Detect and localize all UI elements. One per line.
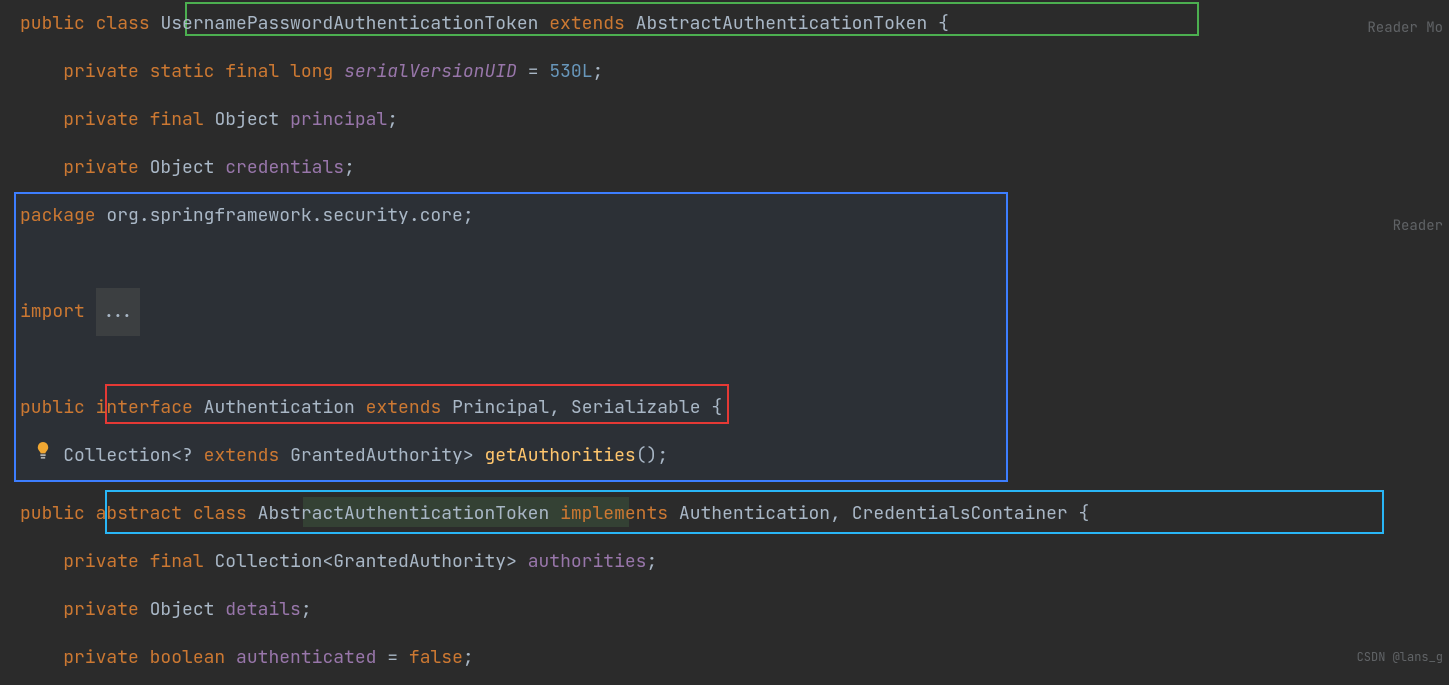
- keyword-private: private: [63, 156, 139, 179]
- semicolon: ;: [647, 550, 658, 573]
- code-line[interactable]: private final Object principal;: [20, 96, 398, 144]
- wildcard: ?: [182, 444, 193, 467]
- watermark: CSDN @lans_g: [1357, 633, 1443, 681]
- gt: >: [506, 550, 517, 573]
- code-line[interactable]: import ...: [20, 288, 140, 336]
- keyword-private: private: [63, 60, 139, 83]
- code-line[interactable]: private final Collection<GrantedAuthorit…: [20, 538, 657, 586]
- semicolon: ;: [657, 444, 668, 467]
- interface-name: Authentication: [679, 502, 830, 525]
- folded-imports[interactable]: ...: [96, 288, 140, 336]
- keyword-long: long: [290, 60, 333, 83]
- semicolon: ;: [463, 646, 474, 669]
- code-line[interactable]: private boolean authenticated = false;: [20, 634, 474, 682]
- semicolon: ;: [387, 108, 398, 131]
- superclass-name: AbstractAuthenticationToken: [636, 12, 928, 35]
- keyword-final: final: [150, 550, 204, 573]
- field-name: authorities: [528, 550, 647, 573]
- reader-mode-label-1: Reader Mo: [1367, 4, 1443, 52]
- keyword-public: public: [20, 502, 85, 525]
- rparen: ): [647, 444, 658, 467]
- field-name: principal: [290, 108, 387, 131]
- keyword-interface: interface: [96, 396, 193, 419]
- type-name: GrantedAuthority: [290, 444, 463, 467]
- comma: ,: [830, 502, 841, 525]
- keyword-class: class: [96, 12, 150, 35]
- code-line[interactable]: public interface Authentication extends …: [20, 384, 722, 432]
- code-line[interactable]: private Object details;: [20, 586, 312, 634]
- keyword-public: public: [20, 396, 85, 419]
- keyword-extends: extends: [204, 444, 280, 467]
- field-name: serialVersionUID: [344, 60, 517, 83]
- code-line[interactable]: package org.springframework.security.cor…: [20, 192, 474, 240]
- intention-bulb-icon[interactable]: [36, 442, 50, 460]
- type-name: GrantedAuthority: [333, 550, 506, 573]
- type-name: Collection: [214, 550, 322, 573]
- keyword-implements: implements: [560, 502, 668, 525]
- super-interface: Principal: [452, 396, 549, 419]
- lt: <: [322, 550, 333, 573]
- interface-name: Authentication: [204, 396, 355, 419]
- type-name: Object: [150, 156, 215, 179]
- class-name: UsernamePasswordAuthenticationToken: [160, 12, 538, 35]
- keyword-private: private: [63, 108, 139, 131]
- keyword-extends: extends: [549, 12, 625, 35]
- keyword-boolean: boolean: [150, 646, 226, 669]
- code-line[interactable]: public abstract class AbstractAuthentica…: [20, 490, 1089, 538]
- keyword-abstract: abstract: [96, 502, 182, 525]
- keyword-private: private: [63, 598, 139, 621]
- code-line[interactable]: public class UsernamePasswordAuthenticat…: [20, 0, 949, 48]
- semicolon: ;: [344, 156, 355, 179]
- keyword-final: final: [225, 60, 279, 83]
- lbrace: {: [938, 12, 949, 35]
- keyword-extends: extends: [366, 396, 442, 419]
- lt: <: [171, 444, 182, 467]
- package-name: org.springframework.security.core: [106, 204, 462, 227]
- type-name: Collection: [63, 444, 171, 467]
- lbrace: {: [1079, 502, 1090, 525]
- gt: >: [463, 444, 474, 467]
- lbrace: {: [711, 396, 722, 419]
- comma: ,: [549, 396, 560, 419]
- semicolon: ;: [593, 60, 604, 83]
- semicolon: ;: [463, 204, 474, 227]
- keyword-private: private: [63, 550, 139, 573]
- code-line[interactable]: private static final long serialVersionU…: [20, 48, 603, 96]
- equals: =: [528, 60, 539, 83]
- interface-name: CredentialsContainer: [852, 502, 1068, 525]
- type-name: Object: [214, 108, 279, 131]
- lparen: (: [636, 444, 647, 467]
- reader-mode-label-2: Reader: [1393, 202, 1443, 250]
- keyword-package: package: [20, 204, 96, 227]
- method-name: getAuthorities: [485, 444, 636, 467]
- code-line[interactable]: Collection<? extends GrantedAuthority> g…: [20, 432, 668, 480]
- keyword-false: false: [409, 646, 463, 669]
- class-name: AbstractAuthenticationToken: [258, 502, 550, 525]
- keyword-static: static: [150, 60, 215, 83]
- field-name: credentials: [225, 156, 344, 179]
- code-editor[interactable]: Reader Mo Reader public class UsernamePa…: [0, 0, 1449, 685]
- code-line[interactable]: private Object credentials;: [20, 144, 355, 192]
- field-name: authenticated: [236, 646, 376, 669]
- super-interface: Serializable: [571, 396, 701, 419]
- equals: =: [387, 646, 398, 669]
- keyword-public: public: [20, 12, 85, 35]
- keyword-final: final: [150, 108, 204, 131]
- field-name: details: [225, 598, 301, 621]
- number-literal: 530L: [549, 60, 592, 83]
- semicolon: ;: [301, 598, 312, 621]
- keyword-import: import: [20, 300, 85, 323]
- type-name: Object: [150, 598, 215, 621]
- keyword-class: class: [193, 502, 247, 525]
- keyword-private: private: [63, 646, 139, 669]
